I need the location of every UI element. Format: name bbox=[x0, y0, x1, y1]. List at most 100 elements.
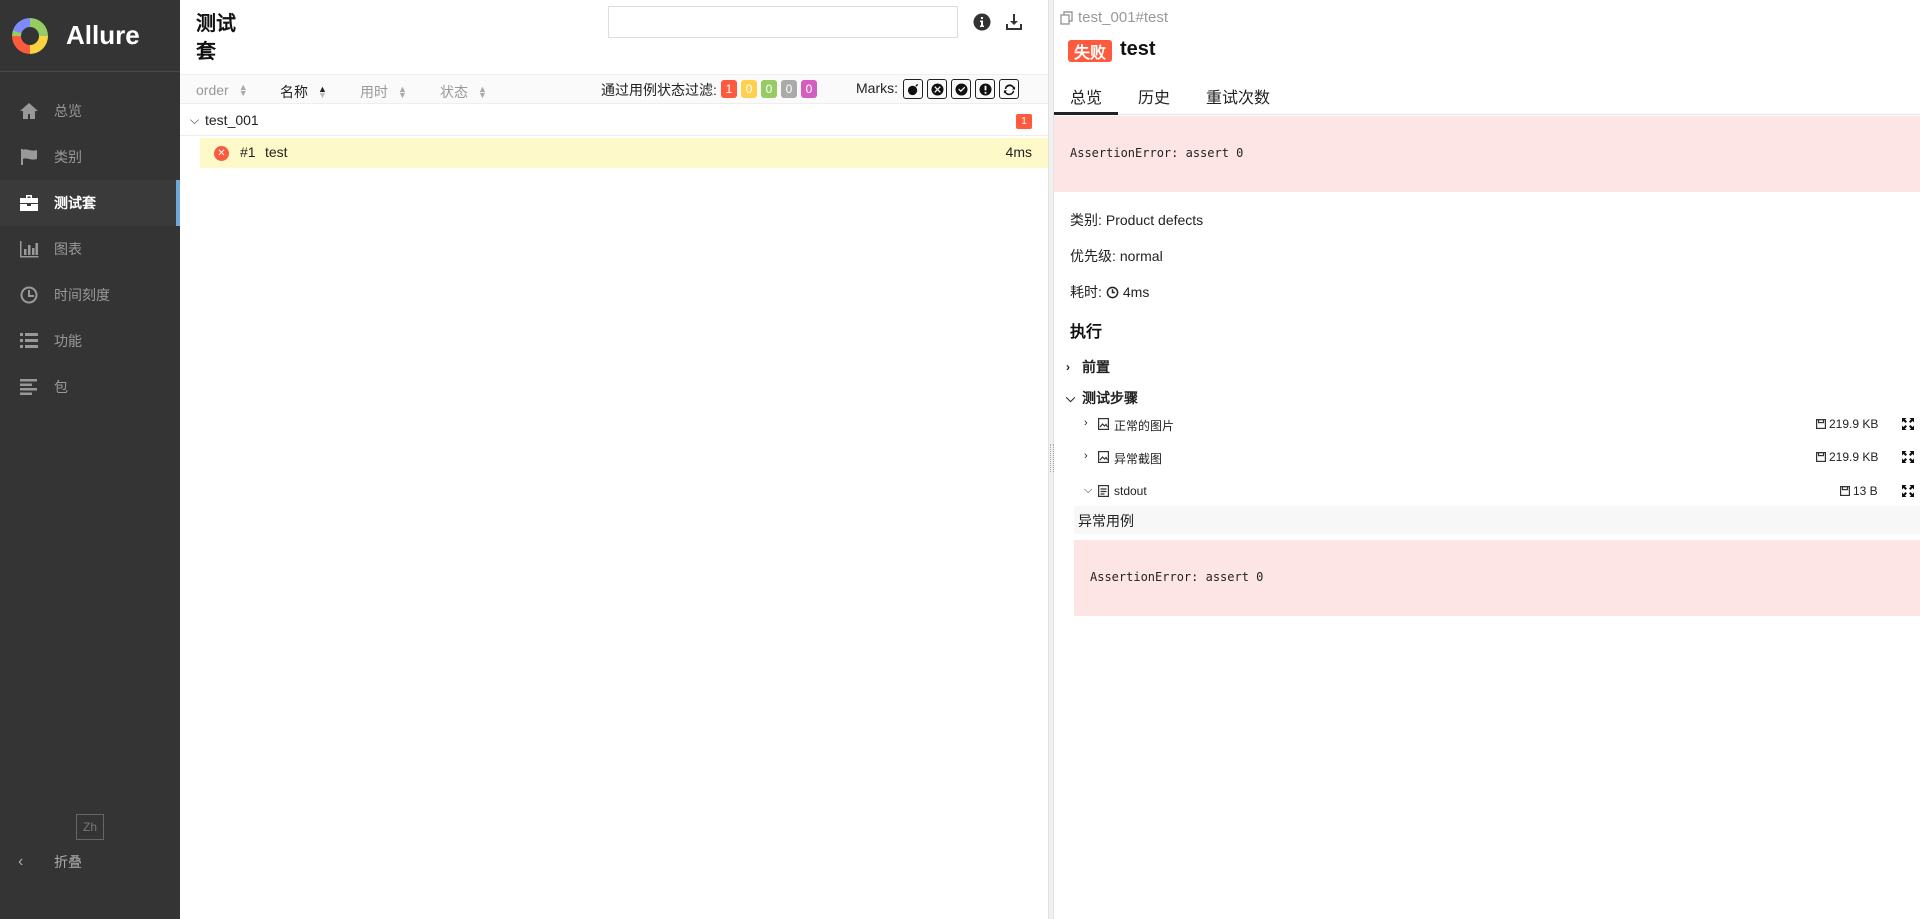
status-badge: 失败 bbox=[1068, 40, 1113, 62]
sidebar-item-label: 总览 bbox=[54, 103, 82, 119]
error-message: AssertionError: assert 0 bbox=[1070, 146, 1244, 160]
test-index: #1 bbox=[240, 144, 256, 160]
sort-icon: ▲ ▼ bbox=[238, 82, 248, 98]
filter-skipped-badge[interactable]: 0 bbox=[781, 80, 797, 98]
attachment-row[interactable]: › 异常截图 219.9 KB bbox=[1084, 446, 1914, 470]
tab-retries[interactable]: 重试次数 bbox=[1190, 84, 1286, 115]
refresh-icon bbox=[1003, 83, 1015, 95]
sort-icon: ▲ ▼ bbox=[398, 84, 407, 100]
attachment-size: 219.9 KB bbox=[1816, 417, 1878, 431]
filter-unknown-badge[interactable]: 0 bbox=[801, 80, 817, 98]
attachment-size: 13 B bbox=[1840, 484, 1878, 498]
download-icon[interactable] bbox=[1004, 12, 1024, 32]
severity-value: normal bbox=[1119, 248, 1163, 264]
chevron-right-icon: › bbox=[1084, 417, 1088, 429]
sort-asc-icon: ▲ ▼ bbox=[318, 84, 327, 100]
failed-status-icon: ✕ bbox=[214, 146, 229, 161]
column-order[interactable]: order ▲ ▼ bbox=[196, 82, 248, 98]
category-row: 类别: Product defects bbox=[1070, 212, 1204, 228]
tab-overview[interactable]: 总览 bbox=[1054, 84, 1119, 115]
error-message-box[interactable]: AssertionError: assert 0 bbox=[1054, 116, 1920, 192]
brand-name: Allure bbox=[66, 20, 140, 50]
category-value[interactable]: Product defects bbox=[1106, 212, 1203, 228]
sidebar-item-label: 时间刻度 bbox=[54, 287, 110, 303]
suite-failed-count-badge: 1 bbox=[1016, 114, 1032, 129]
info-icon[interactable] bbox=[972, 12, 992, 32]
suite-group[interactable]: ⌵ test_001 1 bbox=[180, 106, 1048, 136]
exclamation-circle-icon bbox=[978, 82, 992, 96]
status-filter-label: 通过用例状态过滤: bbox=[601, 82, 717, 98]
sidebar-item-label: 图表 bbox=[54, 241, 82, 257]
breadcrumb[interactable]: test_001#test bbox=[1060, 9, 1168, 26]
sidebar-nav: 总览 类别 测试套 图表 时间刻度 功能 包 bbox=[0, 88, 180, 410]
attachment-name: 异常截图 bbox=[1114, 452, 1163, 466]
test-steps-section-toggle[interactable]: ⌵ 测试步骤 bbox=[1066, 388, 1138, 408]
check-circle-icon bbox=[954, 82, 968, 96]
list-icon bbox=[18, 332, 40, 350]
duration-value: 4ms bbox=[1122, 284, 1150, 300]
briefcase-icon bbox=[18, 194, 40, 212]
setup-section-toggle[interactable]: › 前置 bbox=[1066, 357, 1110, 377]
column-duration[interactable]: 用时 ▲ ▼ bbox=[360, 82, 407, 102]
tab-history[interactable]: 历史 bbox=[1122, 84, 1186, 115]
attachment-row[interactable]: ⌵ stdout 13 B bbox=[1084, 480, 1914, 504]
language-switch[interactable]: Zh bbox=[76, 814, 104, 840]
expand-icon[interactable] bbox=[1902, 485, 1914, 497]
chevron-right-icon: › bbox=[1084, 450, 1088, 462]
expand-icon[interactable] bbox=[1902, 451, 1914, 463]
bar-chart-icon bbox=[18, 240, 40, 258]
sidebar-item-overview[interactable]: 总览 bbox=[0, 88, 180, 134]
test-duration: 4ms bbox=[1005, 144, 1032, 160]
attachment-name: 正常的图片 bbox=[1114, 419, 1175, 433]
sidebar-item-suites[interactable]: 测试套 bbox=[0, 180, 180, 226]
chevron-down-icon: ⌵ bbox=[190, 113, 200, 127]
mark-new-broken-button[interactable] bbox=[975, 79, 995, 99]
sidebar-item-packages[interactable]: 包 bbox=[0, 364, 180, 410]
sidebar: Allure 总览 类别 测试套 图表 时间刻度 功能 包 Zh ‹ 折叠 bbox=[0, 0, 180, 919]
mark-new-passed-button[interactable] bbox=[951, 79, 971, 99]
chevron-down-icon: ⌵ bbox=[1066, 390, 1076, 405]
sidebar-item-timeline[interactable]: 时间刻度 bbox=[0, 272, 180, 318]
detail-tabs: 总览 历史 重试次数 bbox=[1054, 78, 1920, 115]
severity-row: 优先级: normal bbox=[1070, 248, 1163, 264]
stdout-error-message: AssertionError: assert 0 bbox=[1090, 570, 1264, 584]
attachment-row[interactable]: › 正常的图片 219.9 KB bbox=[1084, 413, 1914, 437]
sidebar-item-label: 包 bbox=[54, 379, 68, 395]
bomb-icon bbox=[907, 83, 918, 95]
attachment-name: stdout bbox=[1114, 484, 1147, 498]
image-file-icon bbox=[1098, 451, 1110, 464]
flag-icon bbox=[18, 148, 40, 166]
mark-new-failed-button[interactable] bbox=[927, 79, 947, 99]
column-status[interactable]: 状态 ▲ ▼ bbox=[440, 82, 487, 102]
search-input[interactable] bbox=[608, 6, 958, 38]
chevron-right-icon: › bbox=[1066, 360, 1070, 374]
mark-retries-button[interactable] bbox=[999, 79, 1019, 99]
sidebar-item-behaviors[interactable]: 功能 bbox=[0, 318, 180, 364]
clock-icon bbox=[18, 286, 40, 304]
chevron-down-icon: ⌵ bbox=[1084, 484, 1093, 496]
expand-icon[interactable] bbox=[1902, 418, 1914, 430]
sidebar-item-graphs[interactable]: 图表 bbox=[0, 226, 180, 272]
mark-flaky-button[interactable] bbox=[903, 79, 923, 99]
sidebar-item-label: 测试套 bbox=[54, 195, 96, 211]
suites-pane: 测试套 order ▲ ▼ 名称 ▲ ▼ 用时 ▲ ▼ 状态 ▲ ▼ 通过用例状态过滤:… bbox=[180, 0, 1048, 919]
filter-failed-badge[interactable]: 1 bbox=[721, 80, 737, 98]
table-row[interactable]: ✕ #1 test 4ms bbox=[200, 138, 1048, 168]
sidebar-item-label: 功能 bbox=[54, 333, 82, 349]
suite-group-name: test_001 bbox=[205, 112, 259, 128]
duration-row: 耗时: 4ms bbox=[1070, 284, 1150, 300]
test-name: test bbox=[265, 144, 288, 160]
filter-passed-badge[interactable]: 0 bbox=[761, 80, 777, 98]
brand[interactable]: Allure bbox=[0, 0, 180, 72]
copy-icon bbox=[1060, 10, 1073, 25]
marks-label: Marks: bbox=[856, 80, 898, 96]
page-title: 测试套 bbox=[196, 13, 236, 63]
sidebar-item-categories[interactable]: 类别 bbox=[0, 134, 180, 180]
filter-broken-badge[interactable]: 0 bbox=[741, 80, 757, 98]
stdout-error-box[interactable]: AssertionError: assert 0 bbox=[1074, 540, 1920, 616]
column-name[interactable]: 名称 ▲ ▼ bbox=[280, 82, 327, 102]
collapse-label: 折叠 bbox=[54, 854, 82, 870]
collapse-button[interactable]: ‹ 折叠 bbox=[18, 852, 82, 872]
home-icon bbox=[18, 102, 40, 120]
image-file-icon bbox=[1098, 418, 1110, 431]
